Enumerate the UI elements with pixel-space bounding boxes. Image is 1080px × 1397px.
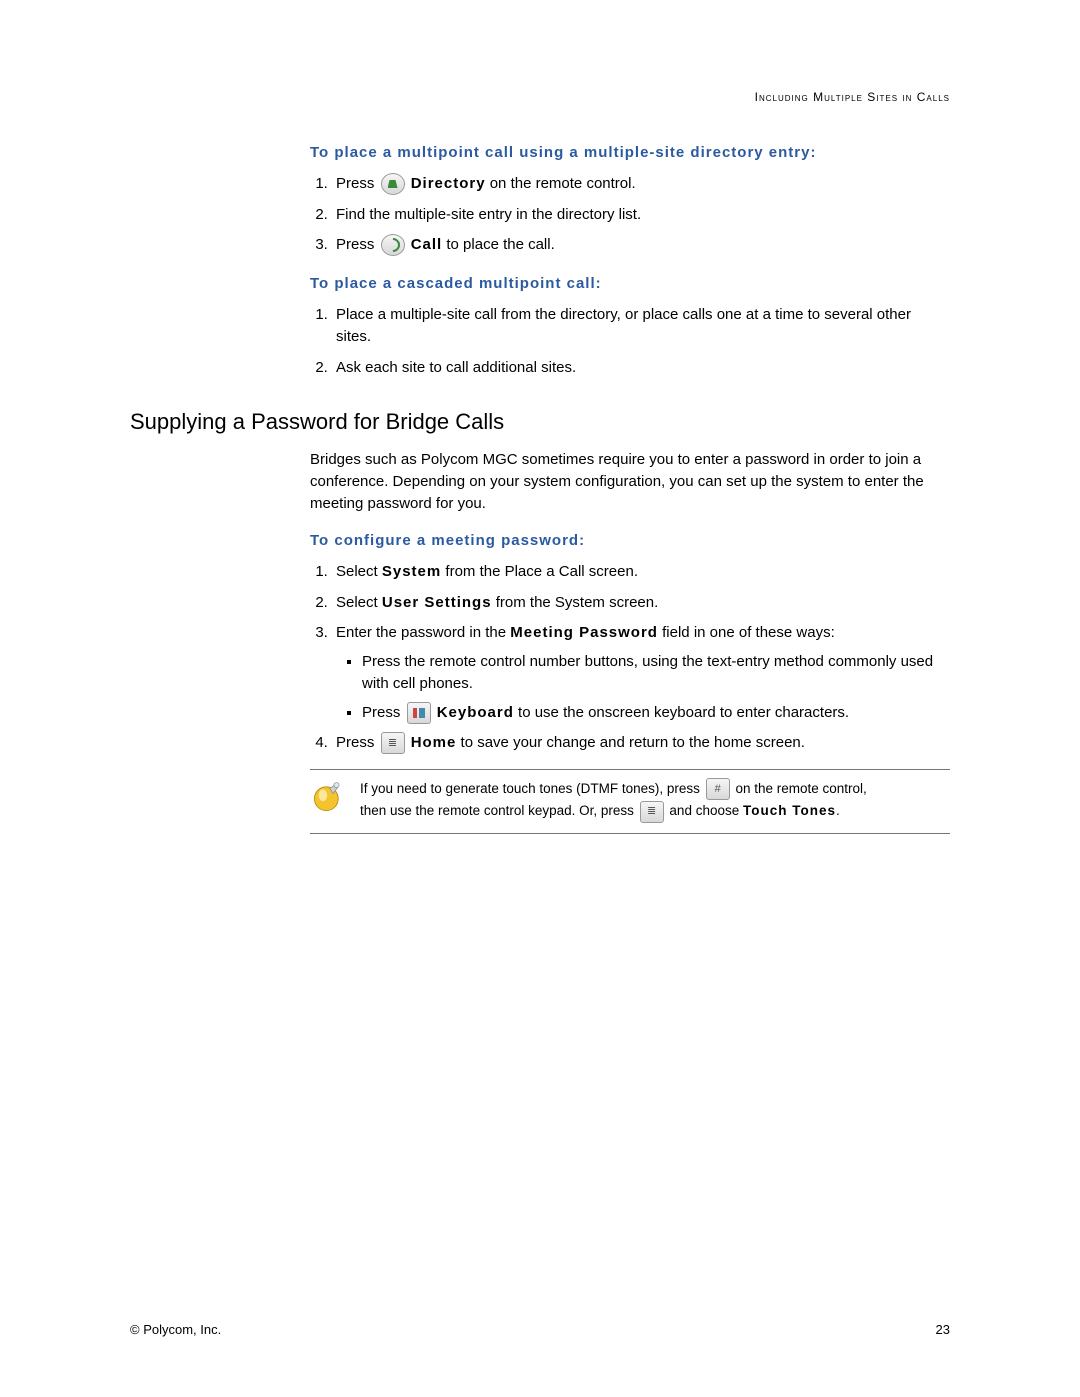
procedure-heading-cascaded: To place a cascaded multipoint call: [310,275,950,292]
term-meeting-password: Meeting Password [510,624,658,641]
text: Press [336,734,379,751]
sub-item-2: Press Keyboard to use the onscreen keybo… [362,702,950,725]
running-header: Including Multiple Sites in Calls [130,90,950,104]
step-c4: Press ≣ Home to save your change and ret… [332,732,950,755]
term-call: Call [411,236,443,253]
text: Enter the password in the [336,624,510,641]
directory-icon [381,173,405,195]
step-a2: Find the multiple-site entry in the dire… [332,204,950,227]
note-pin-icon [310,778,346,823]
text: If you need to generate touch tones (DTM… [360,781,704,796]
footer-copyright: © Polycom, Inc. [130,1322,221,1337]
page-number: 23 [936,1322,950,1337]
text: then use the remote control keypad. Or, … [360,803,638,818]
step-c3: Enter the password in the Meeting Passwo… [332,622,950,724]
note-text: If you need to generate touch tones (DTM… [360,778,867,823]
text: Press [362,704,405,721]
term-directory: Directory [411,175,486,192]
step-a1: Press Directory on the remote control. [332,173,950,196]
text: and choose [669,803,743,818]
text: Select [336,563,382,580]
step-a3: Press Call to place the call. [332,234,950,257]
step-b2: Ask each site to call additional sites. [332,357,950,380]
steps-list-b: Place a multiple-site call from the dire… [310,304,950,380]
text: field in one of these ways: [658,624,835,641]
text: . [836,803,840,818]
term-keyboard: Keyboard [437,704,514,721]
step-c2: Select User Settings from the System scr… [332,592,950,615]
text: on the remote control. [486,175,636,192]
note-block: If you need to generate touch tones (DTM… [310,769,950,834]
steps-list-c: Select System from the Place a Call scre… [310,561,950,755]
text: from the Place a Call screen. [441,563,638,580]
text: to use the onscreen keyboard to enter ch… [514,704,849,721]
home-icon: ≣ [381,732,405,754]
section-heading-bridge-password: Supplying a Password for Bridge Calls [130,409,950,435]
home-icon: ≣ [640,801,664,823]
text: on the remote control, [735,781,866,796]
procedure-heading-configure-password: To configure a meeting password: [310,532,950,549]
term-system: System [382,563,441,580]
sub-list: Press the remote control number buttons,… [336,651,950,725]
term-home: Home [411,734,457,751]
procedure-heading-directory-entry: To place a multipoint call using a multi… [310,144,950,161]
text: to save your change and return to the ho… [456,734,805,751]
steps-list-a: Press Directory on the remote control. F… [310,173,950,257]
text: Press [336,236,379,253]
keyboard-icon [407,702,431,724]
text: Press [336,175,379,192]
step-c1: Select System from the Place a Call scre… [332,561,950,584]
text: Select [336,594,382,611]
text: from the System screen. [492,594,659,611]
hash-key-icon: # [706,778,730,800]
term-touch-tones: Touch Tones [743,803,836,818]
text: to place the call. [442,236,555,253]
call-icon [381,234,405,256]
sub-item-1: Press the remote control number buttons,… [362,651,950,696]
step-b1: Place a multiple-site call from the dire… [332,304,950,349]
term-user-settings: User Settings [382,594,492,611]
section-intro-paragraph: Bridges such as Polycom MGC sometimes re… [310,449,950,514]
